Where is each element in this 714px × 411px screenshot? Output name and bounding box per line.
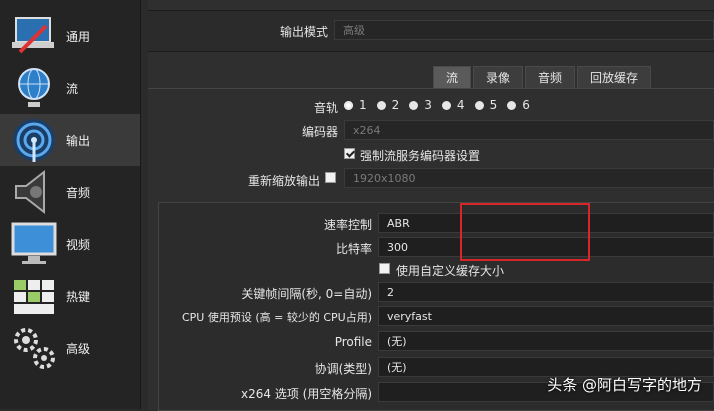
- track-radio-6[interactable]: 6: [507, 98, 530, 112]
- sidebar-item-general[interactable]: 通用: [0, 10, 140, 62]
- profile-label: Profile: [334, 335, 372, 349]
- track-radio-3[interactable]: 3: [409, 98, 432, 112]
- sidebar-item-output[interactable]: 输出: [0, 114, 140, 166]
- tune-label: 协调(类型): [314, 362, 372, 376]
- tab-stream[interactable]: 流: [433, 66, 472, 89]
- keyframe-label: 关键帧间隔(秒, 0=自动): [241, 287, 372, 301]
- sidebar-item-label: 高级: [66, 341, 91, 356]
- track-label: 音轨: [313, 101, 338, 115]
- sidebar-item-label: 视频: [66, 237, 91, 252]
- settings-main: 输出模式 高级 流 录像 音频 回放缓存 音轨 1 2 3 4 5 6 编码器 …: [148, 0, 714, 411]
- settings-sidebar: 通用 流 输出 音频 视频 热键 高级: [0, 0, 141, 409]
- keyframe-input[interactable]: 2: [378, 282, 714, 302]
- rescale-checkbox[interactable]: [325, 172, 336, 183]
- globe-network-icon: [10, 64, 58, 112]
- settings-laptop-icon: [10, 12, 58, 60]
- track-radio-5[interactable]: 5: [474, 98, 497, 112]
- keyboard-icon: [10, 272, 58, 320]
- tab-recording[interactable]: 录像: [473, 66, 524, 89]
- sidebar-item-advanced[interactable]: 高级: [0, 322, 140, 374]
- sidebar-item-label: 通用: [66, 29, 91, 44]
- track-radio-group: 1 2 3 4 5 6: [344, 98, 540, 112]
- track-radio-4[interactable]: 4: [441, 98, 465, 112]
- output-mode-bar: 输出模式 高级: [148, 10, 714, 52]
- gears-icon: [10, 324, 58, 372]
- track-radio-1[interactable]: 1: [344, 98, 367, 112]
- sidebar-item-video[interactable]: 视频: [0, 218, 140, 270]
- speaker-icon: [10, 168, 58, 216]
- rescale-select[interactable]: 1920x1080: [344, 168, 714, 188]
- watermark-text: 头条 @阿白写字的地方: [547, 376, 702, 394]
- enforce-encoder-label: 强制流服务编码器设置: [360, 149, 481, 163]
- encoder-select[interactable]: x264: [344, 120, 714, 140]
- track-radio-2[interactable]: 2: [376, 98, 399, 112]
- cpu-preset-label: CPU 使用预设 (高 = 较少的 CPU占用): [181, 311, 372, 324]
- sidebar-item-label: 音频: [66, 185, 91, 200]
- sidebar-item-hotkeys[interactable]: 热键: [0, 270, 140, 322]
- sidebar-item-stream[interactable]: 流: [0, 62, 140, 114]
- sidebar-item-audio[interactable]: 音频: [0, 166, 140, 218]
- sidebar-item-label: 热键: [66, 289, 91, 304]
- output-mode-label: 输出模式: [279, 25, 328, 39]
- output-mode-select[interactable]: 高级: [334, 20, 714, 40]
- rescale-label: 重新缩放输出: [247, 174, 320, 188]
- cpu-preset-select[interactable]: veryfast: [378, 306, 714, 326]
- x264-options-label: x264 选项 (用空格分隔): [241, 387, 372, 401]
- output-tabs: 流 录像 音频 回放缓存: [433, 66, 653, 89]
- tab-audio[interactable]: 音频: [525, 66, 576, 89]
- encoder-label: 编码器: [301, 125, 338, 139]
- broadcast-icon: [10, 116, 58, 164]
- sidebar-item-label: 输出: [66, 133, 91, 148]
- custom-buffer-checkbox[interactable]: [379, 263, 390, 274]
- monitor-icon: [10, 220, 58, 268]
- highlight-box: [460, 203, 590, 261]
- enforce-encoder-checkbox[interactable]: [344, 148, 355, 159]
- sidebar-item-label: 流: [66, 81, 79, 96]
- custom-buffer-label: 使用自定义缓存大小: [396, 264, 505, 278]
- profile-select[interactable]: (无): [378, 331, 714, 351]
- bitrate-label: 比特率: [335, 242, 372, 256]
- tab-replay-buffer[interactable]: 回放缓存: [577, 66, 652, 89]
- rate-control-label: 速率控制: [323, 218, 372, 232]
